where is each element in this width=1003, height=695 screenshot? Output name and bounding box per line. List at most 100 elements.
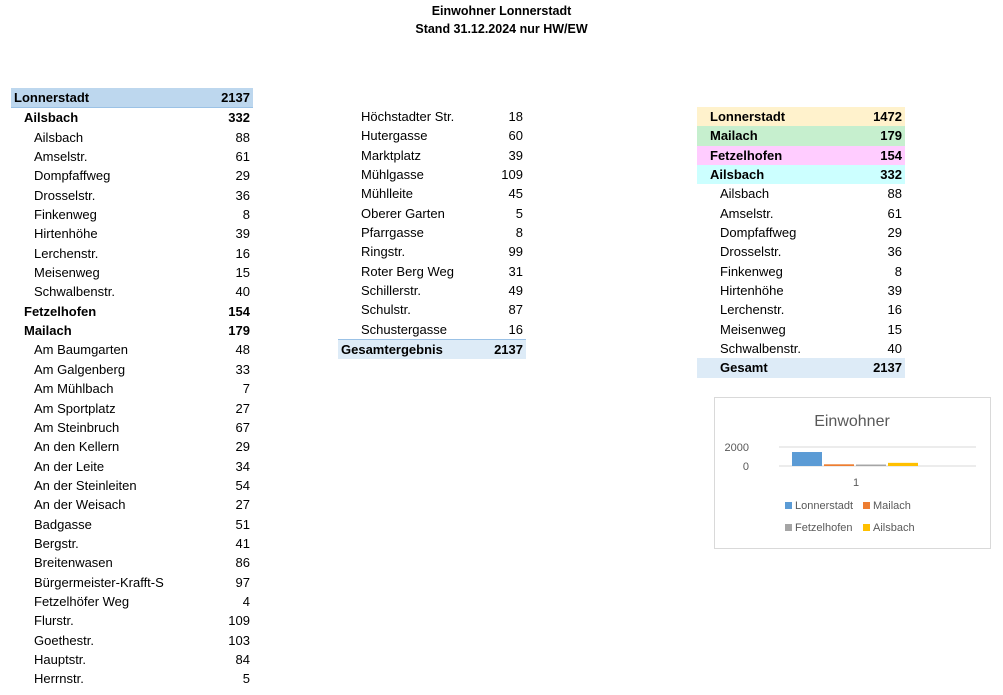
left-table-value: 15: [235, 265, 250, 281]
middle-table-value: 8: [515, 225, 523, 241]
left-table-value: 40: [235, 284, 250, 300]
left-table-label: Am Steinbruch: [34, 419, 120, 435]
left-table-row: Herrnstr. 5: [11, 669, 253, 688]
chart-bar-ailsbach: [888, 462, 918, 466]
chart-legend-swatch: [863, 524, 870, 531]
middle-table-label: Ringstr.: [361, 244, 406, 260]
middle-table-label: Mühlleite: [361, 186, 414, 202]
left-table-label: Lonnerstadt: [14, 90, 90, 105]
left-table-row: Ailsbach 88: [11, 128, 253, 147]
left-table-label: Fetzelhöfer Weg: [34, 593, 130, 609]
chart-legend-label: Mailach: [873, 500, 911, 512]
left-table-row: Lonnerstadt 2137: [11, 88, 253, 109]
summary-table-value: 40: [887, 341, 902, 357]
summary-table-row: Meisenweg 15: [697, 320, 905, 339]
left-table-row: Hauptstr. 84: [11, 650, 253, 669]
summary-table-value: 29: [887, 225, 902, 241]
left-table-row: Am Baumgarten 48: [11, 340, 253, 359]
left-table-value: 51: [235, 516, 250, 532]
left-table-row: Drosselstr. 36: [11, 186, 253, 205]
chart-legend-swatch: [785, 502, 792, 509]
left-table-label: Meisenweg: [34, 265, 100, 281]
summary-table-label: Drosselstr.: [720, 244, 782, 260]
left-table-label: Bürgermeister-Krafft-S: [34, 574, 164, 590]
middle-table-value: 49: [508, 283, 523, 299]
left-table-row: Fetzelhöfer Weg 4: [11, 592, 253, 611]
left-table-row: Lerchenstr. 16: [11, 244, 253, 263]
left-table-row: Hirtenhöhe 39: [11, 224, 253, 243]
summary-table-label: Lerchenstr.: [720, 302, 785, 318]
summary-table-label: Lonnerstadt: [710, 109, 786, 124]
left-table-row: An der Steinleiten 54: [11, 476, 253, 495]
left-table-value: 61: [235, 149, 250, 165]
left-table-value: 109: [228, 613, 250, 629]
left-table-row: Ailsbach 332: [11, 108, 253, 127]
summary-table-value: 36: [887, 244, 902, 260]
left-table-label: Bergstr.: [34, 535, 79, 551]
middle-table-label: Mühlgasse: [361, 167, 424, 183]
summary-table-value: 8: [894, 263, 902, 279]
middle-table-row: Roter Berg Weg 31: [338, 262, 526, 281]
summary-table-row: Fetzelhofen 154: [697, 145, 905, 166]
left-table-row: Bergstr. 41: [11, 534, 253, 553]
chart-legend-swatch: [785, 524, 792, 531]
summary-table-row: Schwalbenstr. 40: [697, 339, 905, 358]
left-table-value: 2137: [221, 90, 250, 105]
summary-table-label: Ailsbach: [710, 167, 765, 183]
summary-table-label: Meisenweg: [720, 321, 786, 337]
left-table-row: Fetzelhofen 154: [11, 302, 253, 321]
middle-table-value: 87: [508, 302, 523, 318]
middle-table-row: Ringstr. 99: [338, 242, 526, 261]
summary-table-value: 154: [880, 147, 902, 163]
summary-table-value: 88: [887, 186, 902, 202]
left-table-value: 29: [235, 168, 250, 184]
left-table-row: An der Weisach 27: [11, 495, 253, 514]
left-table-label: Am Baumgarten: [34, 342, 128, 358]
left-table-row: Schwalbenstr. 40: [11, 282, 253, 301]
left-table-row: Am Galgenberg 33: [11, 360, 253, 379]
middle-table-row: Schulstr. 87: [338, 300, 526, 319]
left-table-value: 103: [228, 632, 250, 648]
summary-table-value: 15: [887, 321, 902, 337]
chart-category-label: 1: [853, 477, 859, 489]
left-table-value: 39: [235, 226, 250, 242]
summary-table-value: 332: [880, 167, 902, 183]
left-table-row: Breitenwasen 86: [11, 553, 253, 572]
summary-table-row: Lonnerstadt 1472: [697, 107, 905, 127]
middle-table-row: Schillerstr. 49: [338, 281, 526, 300]
left-table-value: 33: [235, 361, 250, 377]
middle-table-total-label: Gesamtergebnis: [341, 342, 443, 358]
left-table-value: 179: [228, 323, 250, 339]
summary-table-label: Finkenweg: [720, 263, 783, 279]
left-table-label: Hirtenhöhe: [34, 226, 98, 242]
left-table-row: Am Mühlbach 7: [11, 379, 253, 398]
left-table-row: Amselstr. 61: [11, 147, 253, 166]
left-table-label: Hauptstr.: [34, 651, 87, 667]
middle-table-label: Hutergasse: [361, 128, 428, 144]
left-table-value: 16: [235, 245, 250, 261]
middle-table-label: Schulstr.: [361, 302, 411, 318]
summary-table-total-value: 2137: [873, 360, 902, 376]
summary-table-row: Dompfaffweg 29: [697, 223, 905, 242]
left-table-label: Lerchenstr.: [34, 245, 99, 261]
summary-table-value: 16: [887, 302, 902, 318]
left-table-label: Am Mühlbach: [34, 381, 114, 397]
einwohner-chart[interactable]: Einwohner 2000 0 1 Lonnerstadt Mailach Fetzelh…: [714, 397, 991, 549]
middle-table-value: 39: [508, 147, 523, 163]
left-table-value: 86: [235, 555, 250, 571]
left-table-label: An der Steinleiten: [34, 477, 137, 493]
summary-table-row: Amselstr. 61: [697, 204, 905, 223]
left-table-value: 67: [235, 419, 250, 435]
middle-table-value: 31: [508, 263, 523, 279]
left-table-label: Badgasse: [34, 516, 92, 532]
left-table-value: 154: [228, 303, 250, 319]
summary-table-row: Mailach 179: [697, 126, 905, 146]
middle-table-value: 60: [508, 128, 523, 144]
chart-ytick-label: 2000: [725, 442, 749, 454]
summary-table: Lonnerstadt 1472 Mailach 179 Fetzelhofen 154 A…: [697, 107, 905, 378]
middle-table-value: 45: [508, 186, 523, 202]
left-table-label: Amselstr.: [34, 149, 88, 165]
summary-table-label: Mailach: [710, 128, 758, 144]
left-pivot-table: Lonnerstadt 2137 Ailsbach 332 Ailsbach 88 Amse…: [11, 88, 253, 689]
middle-table-label: Schustergasse: [361, 321, 447, 337]
